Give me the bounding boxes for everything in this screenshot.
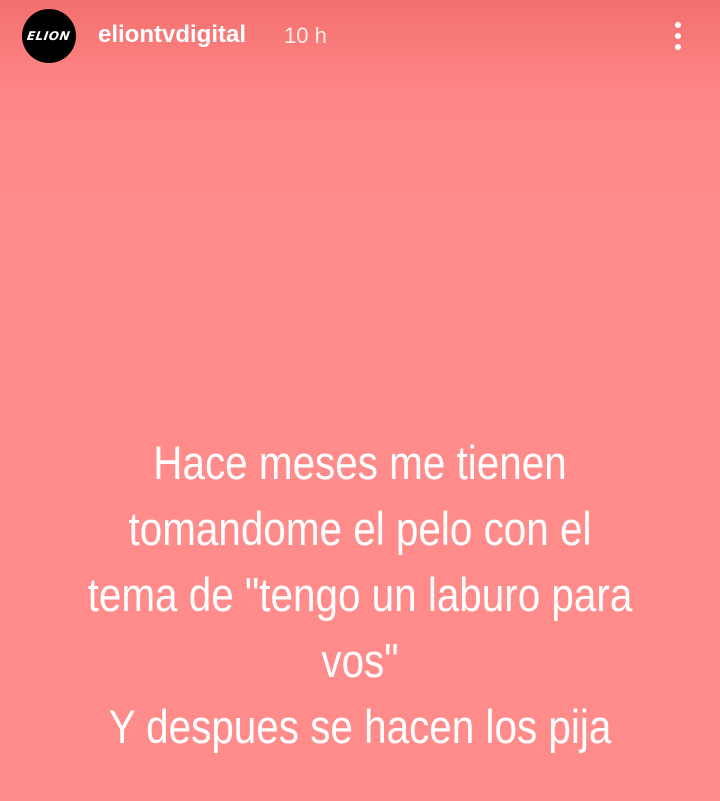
- dot: [675, 33, 681, 39]
- story-text-line: Y despues se hacen los pija: [108, 700, 612, 753]
- dot: [675, 22, 681, 28]
- story-view[interactable]: ELION eliontvdigital 10 h Hace meses me …: [0, 0, 720, 801]
- dot: [675, 44, 681, 50]
- timestamp: 10 h: [284, 23, 327, 48]
- story-text-line: tomandome el pelo con el: [128, 502, 592, 555]
- avatar[interactable]: ELION: [22, 9, 76, 63]
- username[interactable]: eliontvdigital: [98, 20, 246, 50]
- avatar-logo-text: ELION: [26, 29, 72, 43]
- story-text-line: tema de "tengo un laburo para: [87, 568, 633, 621]
- story-text-line: vos": [321, 634, 399, 687]
- story-text: Hace meses me tienen tomandome el pelo c…: [59, 430, 661, 760]
- story-header: ELION eliontvdigital 10 h: [0, 0, 720, 72]
- story-text-line: Hace meses me tienen: [153, 436, 567, 489]
- more-options-icon[interactable]: [662, 16, 694, 56]
